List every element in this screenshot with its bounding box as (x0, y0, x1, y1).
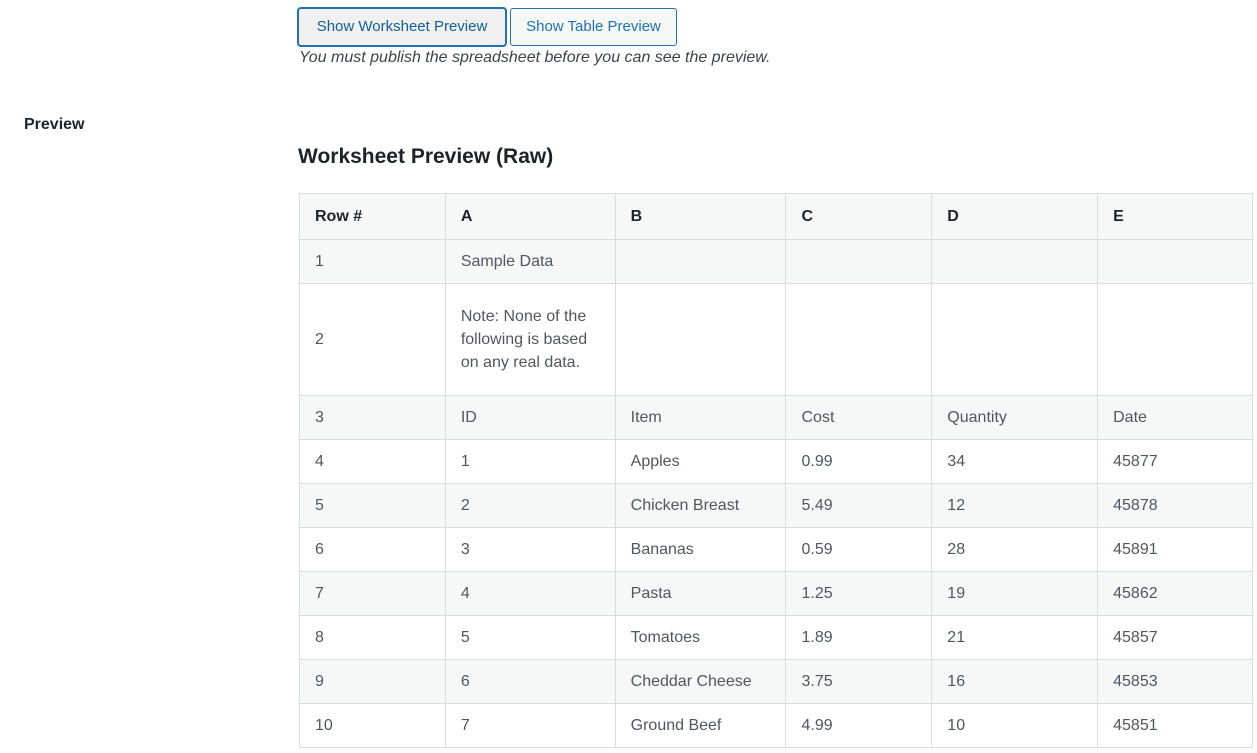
settings-page: Preview Show Worksheet Preview Show Tabl… (0, 0, 1257, 753)
table-cell: Bananas (614, 527, 787, 572)
table-cell: Note: None of the following is based on … (444, 283, 616, 396)
table-cell: 3 (299, 395, 446, 440)
table-cell: 34 (931, 439, 1099, 484)
table-row: 5 2 Chicken Breast 5.49 12 45878 (299, 483, 1253, 528)
table-cell: 45878 (1097, 483, 1253, 528)
table-cell: 45862 (1097, 571, 1253, 616)
table-cell: 1.25 (785, 571, 933, 616)
table-row: 10 7 Ground Beef 4.99 10 45851 (299, 703, 1253, 748)
worksheet-preview-title: Worksheet Preview (Raw) (298, 145, 554, 168)
table-cell: 3.75 (785, 659, 933, 704)
table-cell: 5 (444, 615, 616, 660)
table-cell: 12 (931, 483, 1099, 528)
table-cell: 45857 (1097, 615, 1253, 660)
table-cell (931, 283, 1099, 396)
table-cell: 2 (299, 283, 446, 396)
column-header: A (444, 193, 616, 240)
table-cell: 16 (931, 659, 1099, 704)
table-cell: Tomatoes (614, 615, 787, 660)
table-cell: 45853 (1097, 659, 1253, 704)
table-row: 1 Sample Data (299, 239, 1253, 284)
table-cell: Item (614, 395, 787, 440)
table-row: 3 ID Item Cost Quantity Date (299, 395, 1253, 440)
table-cell: 2 (444, 483, 616, 528)
column-header: B (614, 193, 787, 240)
table-cell: 28 (931, 527, 1099, 572)
table-cell: 0.59 (785, 527, 933, 572)
table-cell: 1.89 (785, 615, 933, 660)
table-row: 2 Note: None of the following is based o… (299, 283, 1253, 396)
table-cell: 5 (299, 483, 446, 528)
table-row: 7 4 Pasta 1.25 19 45862 (299, 571, 1253, 616)
table-cell (785, 283, 933, 396)
table-cell: 4 (444, 571, 616, 616)
publish-notice: You must publish the spreadsheet before … (299, 49, 771, 66)
table-cell: 6 (444, 659, 616, 704)
table-cell: 8 (299, 615, 446, 660)
table-cell: Date (1097, 395, 1253, 440)
table-cell: 4.99 (785, 703, 933, 748)
column-header: Row # (299, 193, 446, 240)
table-cell: Apples (614, 439, 787, 484)
table-header-row: Row # A B C D E (299, 193, 1253, 240)
table-cell: Pasta (614, 571, 787, 616)
table-cell: ID (444, 395, 616, 440)
table-cell: 45877 (1097, 439, 1253, 484)
table-cell: 1 (444, 439, 616, 484)
table-row: 9 6 Cheddar Cheese 3.75 16 45853 (299, 659, 1253, 704)
preview-row-label: Preview (24, 116, 85, 133)
table-cell (614, 283, 787, 396)
table-cell: 45891 (1097, 527, 1253, 572)
table-cell: 21 (931, 615, 1099, 660)
table-cell: Sample Data (444, 239, 616, 284)
table-cell: Quantity (931, 395, 1099, 440)
table-cell: 7 (444, 703, 616, 748)
column-header: E (1097, 193, 1253, 240)
table-cell: 10 (931, 703, 1099, 748)
table-cell (1097, 239, 1253, 284)
table-cell: 10 (299, 703, 446, 748)
table-cell: 4 (299, 439, 446, 484)
table-cell: 6 (299, 527, 446, 572)
table-cell: Chicken Breast (614, 483, 787, 528)
table-cell: 7 (299, 571, 446, 616)
table-cell: 9 (299, 659, 446, 704)
table-cell (931, 239, 1099, 284)
column-header: D (931, 193, 1099, 240)
table-row: 4 1 Apples 0.99 34 45877 (299, 439, 1253, 484)
table-cell: 1 (299, 239, 446, 284)
table-cell (785, 239, 933, 284)
table-cell: 5.49 (785, 483, 933, 528)
table-cell: 0.99 (785, 439, 933, 484)
worksheet-preview-table: Row # A B C D E 1 Sample Data 2 Note: No… (299, 193, 1253, 748)
table-cell: Ground Beef (614, 703, 787, 748)
table-row: 8 5 Tomatoes 1.89 21 45857 (299, 615, 1253, 660)
table-cell (614, 239, 787, 284)
preview-content: Show Worksheet Preview Show Table Previe… (298, 8, 1257, 748)
show-table-preview-button[interactable]: Show Table Preview (510, 8, 677, 46)
table-cell: Cost (785, 395, 933, 440)
table-cell: Cheddar Cheese (614, 659, 787, 704)
table-cell: 3 (444, 527, 616, 572)
preview-button-group: Show Worksheet Preview Show Table Previe… (298, 8, 1257, 46)
table-cell: 19 (931, 571, 1099, 616)
column-header: C (785, 193, 933, 240)
show-worksheet-preview-button[interactable]: Show Worksheet Preview (298, 8, 506, 46)
table-row: 6 3 Bananas 0.59 28 45891 (299, 527, 1253, 572)
table-cell: 45851 (1097, 703, 1253, 748)
table-cell (1097, 283, 1253, 396)
